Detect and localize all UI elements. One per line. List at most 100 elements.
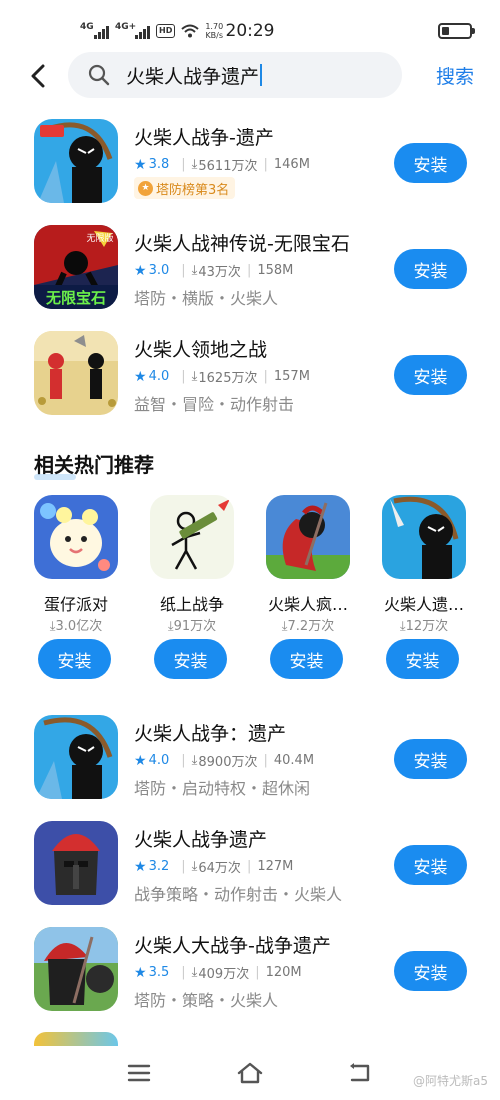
app-icon[interactable] <box>34 927 118 1011</box>
home-button[interactable] <box>235 1058 265 1088</box>
rating: 4.0 <box>148 753 170 768</box>
download-count: 8900万次 <box>198 755 258 770</box>
app-size: 146M <box>273 157 310 172</box>
rank-badge: ★ 塔防榜第3名 <box>134 177 236 199</box>
recommend-name: 火柴人遗… <box>383 595 464 614</box>
app-icon[interactable] <box>266 495 350 579</box>
star-icon: ★ <box>134 752 147 769</box>
install-button[interactable]: 安装 <box>270 639 343 679</box>
wifi-icon <box>181 24 200 38</box>
install-button[interactable]: 安装 <box>394 249 467 289</box>
download-icon: ⤓ <box>191 263 198 278</box>
app-tags: 塔防・启动特权・超休闲 <box>134 779 311 798</box>
recommend-name: 蛋仔派对 <box>43 595 108 614</box>
star-icon: ★ <box>134 368 147 385</box>
app-icon[interactable] <box>34 821 118 905</box>
divider: | <box>246 263 252 278</box>
icon-subcaption: 无限版 <box>86 232 113 244</box>
install-button[interactable]: 安装 <box>38 639 111 679</box>
menu-button[interactable] <box>124 1058 154 1088</box>
divider: | <box>181 965 186 980</box>
app-meta: ★ 3.0 | ⤓ 43万次 | 158M <box>134 261 294 281</box>
result-item[interactable]: 无限宝石 无限版 火柴人战神传说-无限宝石 ★ 3.0 | ⤓ 43万次 | 1… <box>0 225 500 321</box>
result-item[interactable]: 火柴人大战争-战争遗产 ★ 3.5 | ⤓ 409万次 | 120M 塔防・策略… <box>0 927 500 1023</box>
app-icon[interactable] <box>34 715 118 799</box>
stickman-archer-icon <box>382 495 466 579</box>
app-name[interactable]: 火柴人战争-遗产 <box>134 123 274 150</box>
return-button[interactable] <box>346 1058 376 1088</box>
divider: | <box>246 859 252 874</box>
clock: 20:29 <box>225 21 275 41</box>
app-size: 120M <box>265 965 302 980</box>
divider: | <box>181 263 186 278</box>
download-count: 409万次 <box>198 967 250 982</box>
watermark: @阿特尤斯a5 <box>413 1074 488 1088</box>
network-speed: 1.70 KB/s <box>205 22 223 40</box>
rating: 3.8 <box>148 157 170 172</box>
app-icon[interactable] <box>382 495 466 579</box>
section-title: 相关热门推荐 <box>34 449 154 480</box>
recommend-name: 火柴人疯… <box>267 595 348 614</box>
medal-icon: ★ <box>138 180 153 196</box>
app-size: 40.4M <box>273 753 315 768</box>
app-meta: ★ 4.0 | ⤓ 8900万次 | 40.4M <box>134 751 315 771</box>
search-header: 火柴人战争遗产 搜索 <box>0 52 500 100</box>
speed-unit: KB/s <box>205 31 224 40</box>
app-name[interactable]: 火柴人大战争-战争遗产 <box>134 931 331 958</box>
result-item[interactable]: 火柴人战争-遗产 ★ 3.8 | ⤓ 5611万次 | 146M ★ 塔防榜第3… <box>0 119 500 215</box>
back-button[interactable] <box>24 62 52 90</box>
app-meta: ★ 4.0 | ⤓ 1625万次 | 157M <box>134 367 310 387</box>
rating: 3.2 <box>148 859 170 874</box>
recommend-item[interactable]: 火柴人疯… ⤓7.2万次 安装 <box>260 495 356 685</box>
app-icon-partial[interactable] <box>34 1032 118 1046</box>
install-button[interactable]: 安装 <box>386 639 459 679</box>
app-name[interactable]: 火柴人战争：遗产 <box>134 719 286 746</box>
install-button[interactable]: 安装 <box>394 951 467 991</box>
result-item[interactable]: 火柴人战争：遗产 ★ 4.0 | ⤓ 8900万次 | 40.4M 塔防・启动特… <box>0 715 500 811</box>
app-size: 158M <box>257 263 294 278</box>
recommend-downloads: ⤓3.0亿次 <box>49 619 103 634</box>
divider: | <box>263 157 268 172</box>
download-count: 5611万次 <box>198 159 258 174</box>
app-name[interactable]: 火柴人战神传说-无限宝石 <box>134 229 350 256</box>
download-count: 64万次 <box>198 861 241 876</box>
app-icon[interactable] <box>34 495 118 579</box>
rating: 4.0 <box>148 369 170 384</box>
recommend-downloads: ⤓91万次 <box>167 619 217 634</box>
app-meta: ★ 3.8 | ⤓ 5611万次 | 146M <box>134 155 310 175</box>
spartan-helmet-icon <box>34 821 118 905</box>
result-item[interactable]: 火柴人领地之战 ★ 4.0 | ⤓ 1625万次 | 157M 益智・冒险・动作… <box>0 331 500 427</box>
recommend-item[interactable]: 蛋仔派对 ⤓3.0亿次 安装 <box>28 495 124 685</box>
stickman-archer-icon <box>34 119 118 203</box>
install-button[interactable]: 安装 <box>394 845 467 885</box>
stickman-war-icon <box>34 927 118 1011</box>
search-input[interactable]: 火柴人战争遗产 <box>68 52 402 98</box>
app-icon[interactable] <box>34 119 118 203</box>
home-icon <box>237 1062 263 1084</box>
app-name[interactable]: 火柴人领地之战 <box>134 335 267 362</box>
divider: | <box>263 753 268 768</box>
app-icon[interactable]: 无限宝石 无限版 <box>34 225 118 309</box>
recommend-name: 纸上战争 <box>159 595 224 614</box>
star-icon: ★ <box>134 858 147 875</box>
app-name[interactable]: 火柴人战争遗产 <box>134 825 267 852</box>
rating: 3.5 <box>148 965 170 980</box>
app-icon[interactable] <box>34 331 118 415</box>
app-icon[interactable] <box>150 495 234 579</box>
recommend-item[interactable]: 纸上战争 ⤓91万次 安装 <box>144 495 240 685</box>
result-item[interactable]: 火柴人战争遗产 ★ 3.2 | ⤓ 64万次 | 127M 战争策略・动作射击・… <box>0 821 500 917</box>
search-button[interactable]: 搜索 <box>436 62 474 89</box>
recommend-item[interactable]: 火柴人遗… ⤓12万次 安装 <box>376 495 472 685</box>
party-egg-icon <box>34 495 118 579</box>
signal-1-label: 4G <box>80 22 94 32</box>
app-tags: 塔防・策略・火柴人 <box>134 991 279 1010</box>
paper-war-icon <box>150 495 234 579</box>
install-button[interactable]: 安装 <box>394 355 467 395</box>
magnifier-icon <box>88 64 110 86</box>
divider: | <box>181 369 186 384</box>
install-button[interactable]: 安装 <box>154 639 227 679</box>
divider: | <box>263 369 268 384</box>
spartan-stickman-icon <box>266 495 350 579</box>
install-button[interactable]: 安装 <box>394 143 467 183</box>
install-button[interactable]: 安装 <box>394 739 467 779</box>
